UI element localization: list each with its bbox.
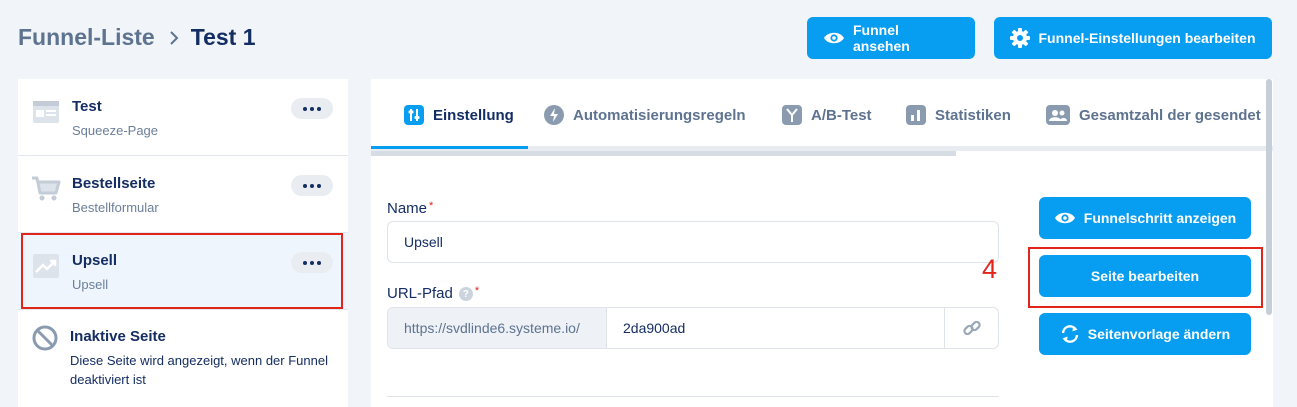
tab-bar: Einstellung Automatisierungsregeln A/B-T… [371, 79, 1273, 151]
tab-statistiken[interactable]: Statistiken [906, 105, 1011, 125]
url-path-field: https://svdlinde6.systeme.io/ 2da900ad [387, 307, 999, 349]
inactive-page-description: Diese Seite wird angezeigt, wenn der Fun… [70, 353, 328, 387]
cart-icon [31, 174, 61, 204]
chevron-right-icon [169, 30, 179, 46]
more-options-button[interactable] [291, 175, 333, 196]
funnel-step-settings-panel: Einstellung Automatisierungsregeln A/B-T… [371, 79, 1273, 407]
view-funnel-button[interactable]: Funnel ansehen [807, 17, 975, 59]
ban-icon [32, 325, 58, 356]
sidebar-item-title: Test [72, 98, 102, 115]
tab-gesamtzahl[interactable]: Gesamtzahl der gesendet [1046, 105, 1261, 125]
refresh-icon [1061, 325, 1078, 343]
name-input[interactable]: Upsell [387, 221, 999, 263]
page-layout-icon [31, 97, 61, 127]
edit-funnel-settings-button[interactable]: Funnel-Einstellungen bearbeiten [994, 17, 1272, 59]
gear-icon [1010, 28, 1031, 48]
annotation-step-number: 4 [982, 254, 998, 284]
tab-label: Gesamtzahl der gesendet [1079, 106, 1261, 124]
edit-funnel-settings-label: Funnel-Einstellungen bearbeiten [1038, 30, 1256, 46]
bar-chart-icon [906, 105, 926, 125]
tab-automatisierungsregeln[interactable]: Automatisierungsregeln [544, 105, 746, 125]
eye-icon [1054, 212, 1075, 224]
breadcrumb-current: Test 1 [190, 24, 256, 50]
eye-icon [824, 32, 844, 44]
show-funnel-step-button[interactable]: Funnelschritt anzeigen [1039, 197, 1251, 239]
tab-label: Einstellung [433, 106, 514, 124]
view-funnel-label: Funnel ansehen [853, 22, 910, 54]
help-icon[interactable]: ? [458, 287, 473, 302]
link-icon[interactable] [944, 308, 998, 348]
tab-label: A/B-Test [811, 106, 872, 124]
url-prefix: https://svdlinde6.systeme.io/ [388, 308, 607, 348]
url-path-input[interactable]: 2da900ad [607, 308, 944, 348]
name-label: Name * [387, 200, 434, 217]
sidebar-item-title: Bestellseite [72, 175, 156, 192]
tab-scroll-indicator[interactable] [371, 151, 956, 156]
more-options-button[interactable] [291, 98, 333, 119]
breadcrumb: Funnel-Liste Test 1 [18, 24, 256, 51]
change-template-button[interactable]: Seitenvorlage ändern [1039, 313, 1251, 355]
sidebar-item-subtitle: Bestellformular [72, 200, 159, 215]
inactive-page-title: Inaktive Seite [70, 328, 166, 345]
annotation-highlight-upsell [21, 233, 343, 309]
panel-scrollbar[interactable] [1266, 79, 1272, 315]
sidebar-item-test[interactable]: Test Squeeze-Page [18, 79, 348, 156]
annotation-highlight-edit-page [1028, 247, 1263, 308]
tab-einstellung[interactable]: Einstellung [404, 105, 514, 125]
show-funnel-step-label: Funnelschritt anzeigen [1083, 210, 1237, 226]
tab-label: Automatisierungsregeln [573, 106, 746, 124]
url-path-label: URL-Pfad? * [387, 285, 480, 302]
tab-ab-test[interactable]: A/B-Test [782, 105, 872, 125]
form-divider [387, 396, 999, 397]
users-icon [1046, 105, 1070, 125]
tab-label: Statistiken [935, 106, 1011, 124]
change-template-label: Seitenvorlage ändern [1087, 326, 1231, 342]
sidebar-item-bestellseite[interactable]: Bestellseite Bestellformular [18, 156, 348, 233]
sliders-icon [404, 105, 424, 125]
active-tab-indicator [371, 146, 528, 149]
breadcrumb-parent-link[interactable]: Funnel-Liste [18, 24, 155, 51]
bolt-icon [544, 105, 564, 125]
split-icon [782, 105, 802, 125]
sidebar-item-subtitle: Squeeze-Page [72, 123, 159, 138]
